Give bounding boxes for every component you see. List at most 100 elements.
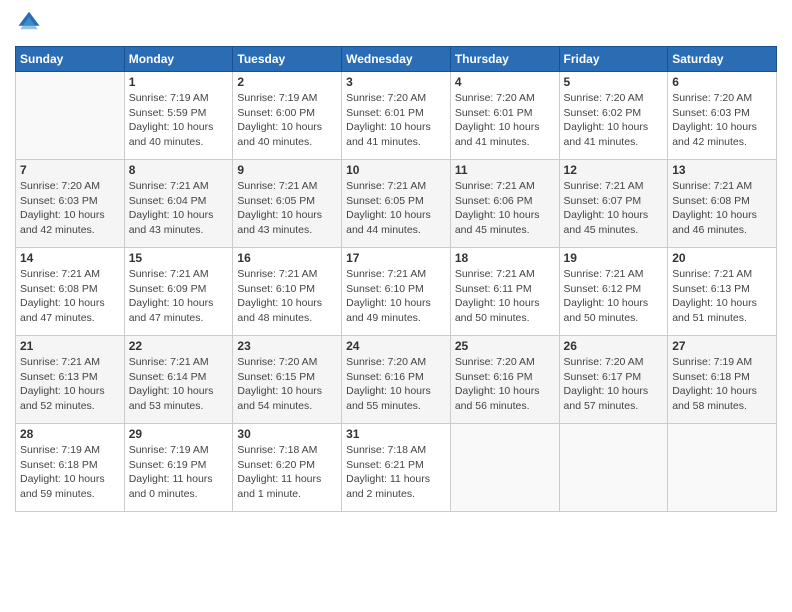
calendar-cell: 2 Sunrise: 7:19 AM Sunset: 6:00 PM Daylig… — [233, 72, 342, 160]
calendar-cell — [559, 424, 668, 512]
day-info: Sunrise: 7:20 AM Sunset: 6:17 PM Dayligh… — [564, 355, 664, 414]
calendar-cell: 8Sunrise: 7:21 AM Sunset: 6:04 PM Daylig… — [124, 160, 233, 248]
day-number: 18 — [455, 251, 555, 265]
calendar-cell: 24 Sunrise: 7:20 AM Sunset: 6:16 PM Dayli… — [342, 336, 451, 424]
calendar-cell: 22 Sunrise: 7:21 AM Sunset: 6:14 PM Dayli… — [124, 336, 233, 424]
calendar-week-row: 28 Sunrise: 7:19 AM Sunset: 6:18 PM Dayli… — [16, 424, 777, 512]
day-info: Sunrise: 7:21 AM Sunset: 6:11 PM Dayligh… — [455, 267, 555, 326]
calendar-cell: 17 Sunrise: 7:21 AM Sunset: 6:10 PM Dayli… — [342, 248, 451, 336]
calendar-cell: 26 Sunrise: 7:20 AM Sunset: 6:17 PM Dayli… — [559, 336, 668, 424]
calendar-cell — [668, 424, 777, 512]
calendar-header-row: SundayMondayTuesdayWednesdayThursdayFrid… — [16, 47, 777, 72]
day-number: 26 — [564, 339, 664, 353]
calendar-cell: 12Sunrise: 7:21 AM Sunset: 6:07 PM Dayli… — [559, 160, 668, 248]
day-number: 21 — [20, 339, 120, 353]
calendar-cell: 5 Sunrise: 7:20 AM Sunset: 6:02 PM Daylig… — [559, 72, 668, 160]
day-number: 31 — [346, 427, 446, 441]
calendar-cell: 18 Sunrise: 7:21 AM Sunset: 6:11 PM Dayli… — [450, 248, 559, 336]
col-header-saturday: Saturday — [668, 47, 777, 72]
day-info: Sunrise: 7:19 AM Sunset: 6:18 PM Dayligh… — [672, 355, 772, 414]
day-info: Sunrise: 7:20 AM Sunset: 6:01 PM Dayligh… — [346, 91, 446, 150]
calendar-cell: 14 Sunrise: 7:21 AM Sunset: 6:08 PM Dayli… — [16, 248, 125, 336]
calendar-cell: 20Sunrise: 7:21 AM Sunset: 6:13 PM Dayli… — [668, 248, 777, 336]
calendar-cell: 1Sunrise: 7:19 AM Sunset: 5:59 PM Daylig… — [124, 72, 233, 160]
calendar-cell: 27 Sunrise: 7:19 AM Sunset: 6:18 PM Dayli… — [668, 336, 777, 424]
day-number: 14 — [20, 251, 120, 265]
day-info: Sunrise: 7:19 AM Sunset: 6:19 PM Dayligh… — [129, 443, 229, 502]
calendar-cell — [16, 72, 125, 160]
day-info: Sunrise: 7:20 AM Sunset: 6:16 PM Dayligh… — [346, 355, 446, 414]
day-number: 11 — [455, 163, 555, 177]
calendar-week-row: 14 Sunrise: 7:21 AM Sunset: 6:08 PM Dayli… — [16, 248, 777, 336]
day-number: 10 — [346, 163, 446, 177]
day-number: 4 — [455, 75, 555, 89]
day-info: Sunrise: 7:21 AM Sunset: 6:14 PM Dayligh… — [129, 355, 229, 414]
day-info: Sunrise: 7:20 AM Sunset: 6:01 PM Dayligh… — [455, 91, 555, 150]
calendar-cell: 13 Sunrise: 7:21 AM Sunset: 6:08 PM Dayli… — [668, 160, 777, 248]
day-info: Sunrise: 7:21 AM Sunset: 6:10 PM Dayligh… — [346, 267, 446, 326]
day-info: Sunrise: 7:21 AM Sunset: 6:12 PM Dayligh… — [564, 267, 664, 326]
calendar-cell: 23 Sunrise: 7:20 AM Sunset: 6:15 PM Dayli… — [233, 336, 342, 424]
day-info: Sunrise: 7:21 AM Sunset: 6:10 PM Dayligh… — [237, 267, 337, 326]
day-number: 27 — [672, 339, 772, 353]
day-info: Sunrise: 7:21 AM Sunset: 6:07 PM Dayligh… — [564, 179, 664, 238]
day-info: Sunrise: 7:21 AM Sunset: 6:05 PM Dayligh… — [346, 179, 446, 238]
col-header-wednesday: Wednesday — [342, 47, 451, 72]
day-info: Sunrise: 7:21 AM Sunset: 6:08 PM Dayligh… — [20, 267, 120, 326]
calendar-cell: 29 Sunrise: 7:19 AM Sunset: 6:19 PM Dayli… — [124, 424, 233, 512]
page-header — [15, 10, 777, 38]
logo — [15, 10, 47, 38]
calendar-week-row: 1Sunrise: 7:19 AM Sunset: 5:59 PM Daylig… — [16, 72, 777, 160]
day-number: 24 — [346, 339, 446, 353]
calendar-cell: 4 Sunrise: 7:20 AM Sunset: 6:01 PM Daylig… — [450, 72, 559, 160]
col-header-friday: Friday — [559, 47, 668, 72]
day-number: 5 — [564, 75, 664, 89]
day-info: Sunrise: 7:18 AM Sunset: 6:21 PM Dayligh… — [346, 443, 446, 502]
calendar-cell: 7 Sunrise: 7:20 AM Sunset: 6:03 PM Daylig… — [16, 160, 125, 248]
day-number: 7 — [20, 163, 120, 177]
col-header-monday: Monday — [124, 47, 233, 72]
day-info: Sunrise: 7:19 AM Sunset: 6:00 PM Dayligh… — [237, 91, 337, 150]
day-number: 29 — [129, 427, 229, 441]
day-info: Sunrise: 7:21 AM Sunset: 6:09 PM Dayligh… — [129, 267, 229, 326]
day-info: Sunrise: 7:20 AM Sunset: 6:03 PM Dayligh… — [672, 91, 772, 150]
day-info: Sunrise: 7:21 AM Sunset: 6:08 PM Dayligh… — [672, 179, 772, 238]
day-number: 3 — [346, 75, 446, 89]
day-info: Sunrise: 7:20 AM Sunset: 6:02 PM Dayligh… — [564, 91, 664, 150]
day-number: 28 — [20, 427, 120, 441]
day-number: 22 — [129, 339, 229, 353]
calendar-cell: 21 Sunrise: 7:21 AM Sunset: 6:13 PM Dayli… — [16, 336, 125, 424]
day-number: 20 — [672, 251, 772, 265]
day-number: 23 — [237, 339, 337, 353]
calendar-cell: 31 Sunrise: 7:18 AM Sunset: 6:21 PM Dayli… — [342, 424, 451, 512]
day-number: 15 — [129, 251, 229, 265]
calendar-cell: 6Sunrise: 7:20 AM Sunset: 6:03 PM Daylig… — [668, 72, 777, 160]
logo-icon — [15, 10, 43, 38]
calendar-cell — [450, 424, 559, 512]
day-number: 16 — [237, 251, 337, 265]
day-number: 30 — [237, 427, 337, 441]
calendar-cell: 16 Sunrise: 7:21 AM Sunset: 6:10 PM Dayli… — [233, 248, 342, 336]
day-info: Sunrise: 7:20 AM Sunset: 6:03 PM Dayligh… — [20, 179, 120, 238]
calendar-cell: 30 Sunrise: 7:18 AM Sunset: 6:20 PM Dayli… — [233, 424, 342, 512]
day-number: 2 — [237, 75, 337, 89]
day-info: Sunrise: 7:21 AM Sunset: 6:13 PM Dayligh… — [20, 355, 120, 414]
day-number: 19 — [564, 251, 664, 265]
col-header-thursday: Thursday — [450, 47, 559, 72]
calendar-cell: 11Sunrise: 7:21 AM Sunset: 6:06 PM Dayli… — [450, 160, 559, 248]
day-number: 13 — [672, 163, 772, 177]
day-info: Sunrise: 7:20 AM Sunset: 6:16 PM Dayligh… — [455, 355, 555, 414]
day-number: 1 — [129, 75, 229, 89]
day-info: Sunrise: 7:18 AM Sunset: 6:20 PM Dayligh… — [237, 443, 337, 502]
day-number: 25 — [455, 339, 555, 353]
day-number: 17 — [346, 251, 446, 265]
day-info: Sunrise: 7:20 AM Sunset: 6:15 PM Dayligh… — [237, 355, 337, 414]
day-info: Sunrise: 7:21 AM Sunset: 6:05 PM Dayligh… — [237, 179, 337, 238]
col-header-sunday: Sunday — [16, 47, 125, 72]
calendar-cell: 25 Sunrise: 7:20 AM Sunset: 6:16 PM Dayli… — [450, 336, 559, 424]
day-number: 8 — [129, 163, 229, 177]
calendar-cell: 3 Sunrise: 7:20 AM Sunset: 6:01 PM Daylig… — [342, 72, 451, 160]
col-header-tuesday: Tuesday — [233, 47, 342, 72]
calendar-cell: 28 Sunrise: 7:19 AM Sunset: 6:18 PM Dayli… — [16, 424, 125, 512]
day-info: Sunrise: 7:19 AM Sunset: 6:18 PM Dayligh… — [20, 443, 120, 502]
